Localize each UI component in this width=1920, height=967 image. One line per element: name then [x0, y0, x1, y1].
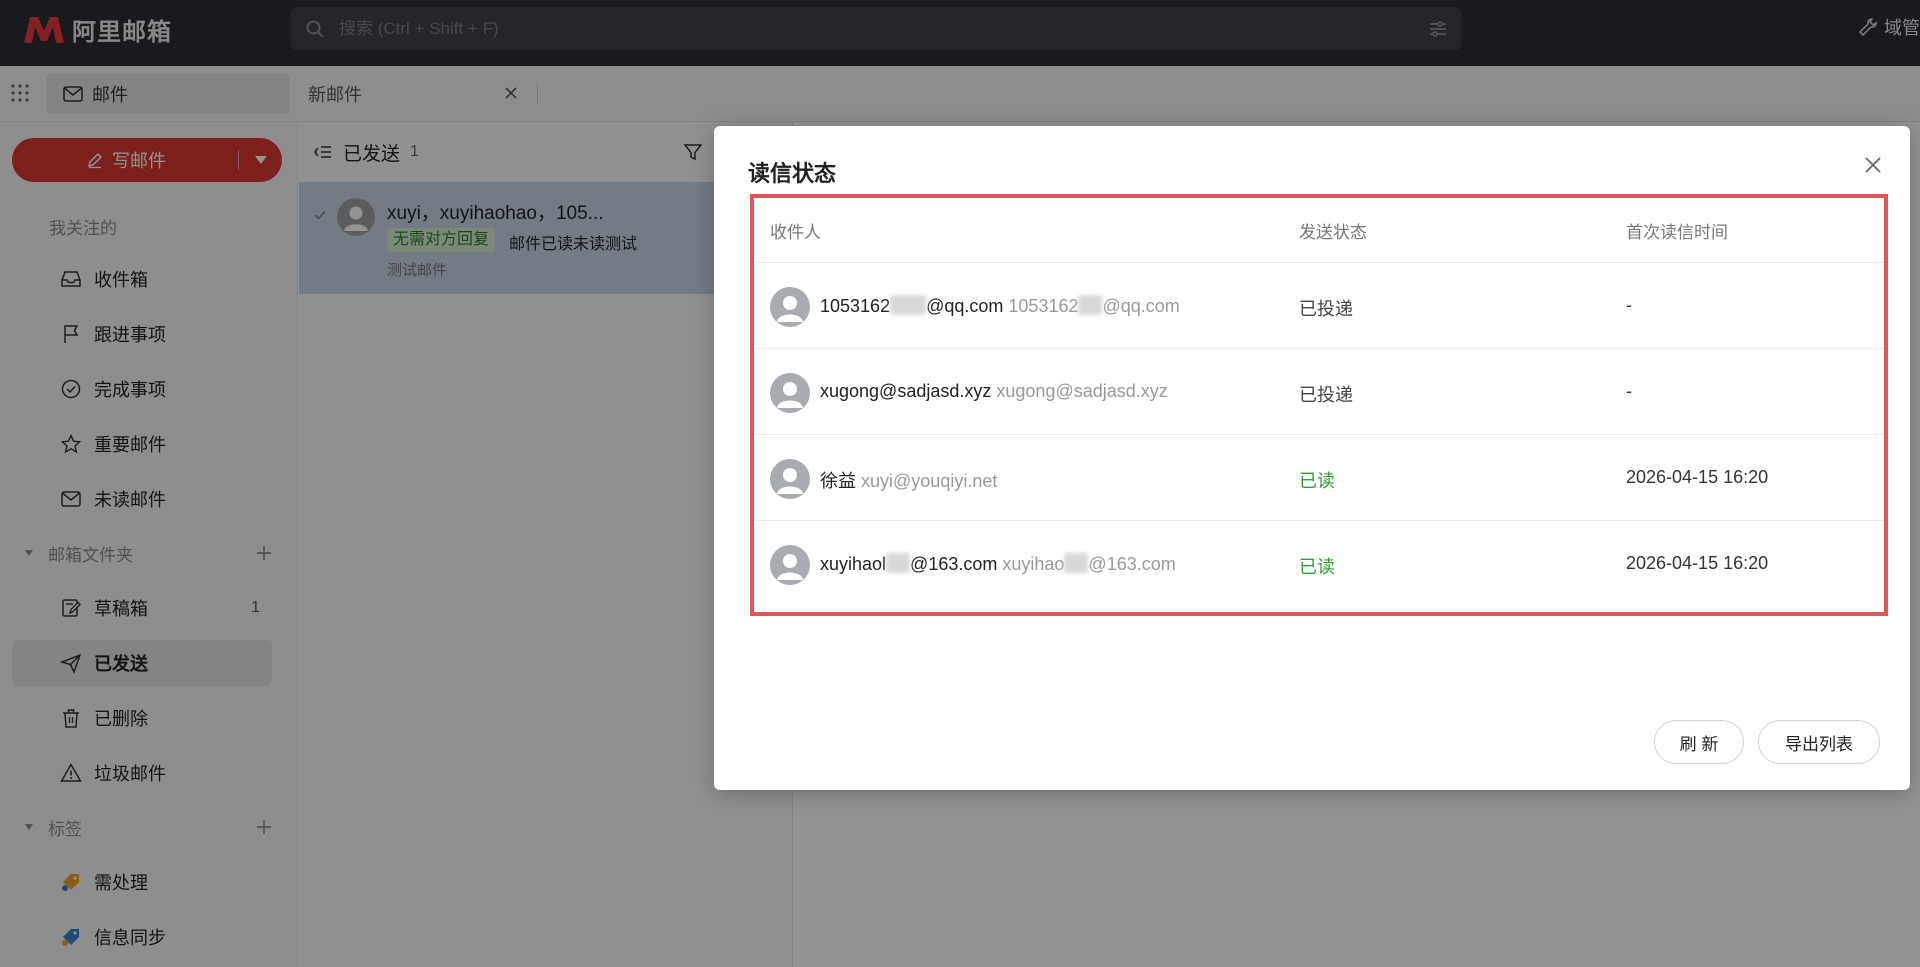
- refresh-button[interactable]: 刷 新: [1654, 720, 1744, 764]
- dialog-title: 读信状态: [748, 161, 837, 186]
- close-icon[interactable]: [1862, 154, 1884, 176]
- export-list-button[interactable]: 导出列表: [1758, 720, 1880, 764]
- read-status-dialog: 读信状态 收件人 发送状态 首次读信时间 1053162 @qq.com 1053…: [714, 126, 1910, 790]
- highlight-box: [750, 194, 1888, 616]
